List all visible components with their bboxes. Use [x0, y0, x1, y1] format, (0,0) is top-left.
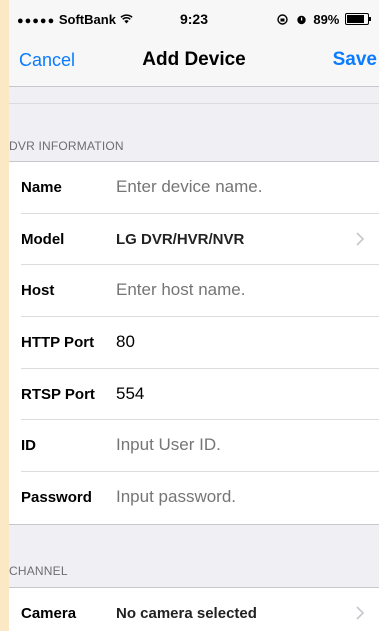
camera-value: No camera selected: [116, 605, 257, 622]
section-header-channel-label: CHANNEL: [9, 564, 68, 578]
http-port-row: HTTP Port 80: [9, 317, 379, 369]
host-row: Host: [9, 265, 379, 317]
section-header-dvr-label: DVR INFORMATION: [9, 139, 124, 153]
password-input[interactable]: [116, 487, 356, 508]
http-port-label: HTTP Port: [21, 334, 95, 352]
alarm-icon: [297, 15, 306, 25]
rtsp-port-input[interactable]: 554: [116, 384, 144, 404]
top-spacer: [9, 87, 379, 103]
phone-screen: ●●●●● SoftBank 9:23 89% Cancel Add Devic…: [9, 0, 379, 631]
name-label: Name: [21, 179, 62, 196]
status-right: 89%: [277, 12, 371, 27]
id-row: ID: [9, 420, 379, 472]
name-row: Name: [9, 162, 379, 214]
user-id-input[interactable]: [116, 435, 356, 456]
navigation-bar: Cancel Add Device Save: [9, 34, 379, 87]
camera-label: Camera: [21, 605, 77, 622]
http-port-input[interactable]: 80: [116, 332, 135, 352]
name-input[interactable]: [116, 177, 356, 197]
host-input[interactable]: [116, 280, 356, 301]
dvr-info-group: Name Model LG DVR/HVR/NVR Host HTTP Port…: [9, 161, 379, 525]
chevron-right-icon: [356, 232, 365, 246]
password-label: Password: [21, 489, 92, 507]
chevron-right-icon: [356, 606, 365, 620]
battery-fill: [347, 15, 364, 23]
model-row[interactable]: Model LG DVR/HVR/NVR: [9, 214, 379, 266]
status-bar: ●●●●● SoftBank 9:23 89%: [9, 0, 379, 34]
page-title: Add Device: [142, 49, 246, 70]
save-button[interactable]: Save: [333, 49, 377, 71]
id-label: ID: [21, 437, 36, 455]
rtsp-port-label: RTSP Port: [21, 385, 95, 403]
model-label: Model: [21, 230, 65, 248]
password-row: Password: [9, 472, 379, 524]
rtsp-port-row: RTSP Port 554: [9, 369, 379, 421]
host-label: Host: [21, 282, 55, 300]
battery-icon: [345, 13, 371, 25]
battery-percent: 89%: [313, 12, 340, 27]
model-value: LG DVR/HVR/NVR: [116, 230, 245, 248]
channel-group: Camera No camera selected: [9, 587, 379, 631]
divider: [9, 103, 379, 104]
orientation-lock-icon: [277, 14, 288, 25]
camera-row[interactable]: Camera No camera selected: [9, 588, 379, 631]
